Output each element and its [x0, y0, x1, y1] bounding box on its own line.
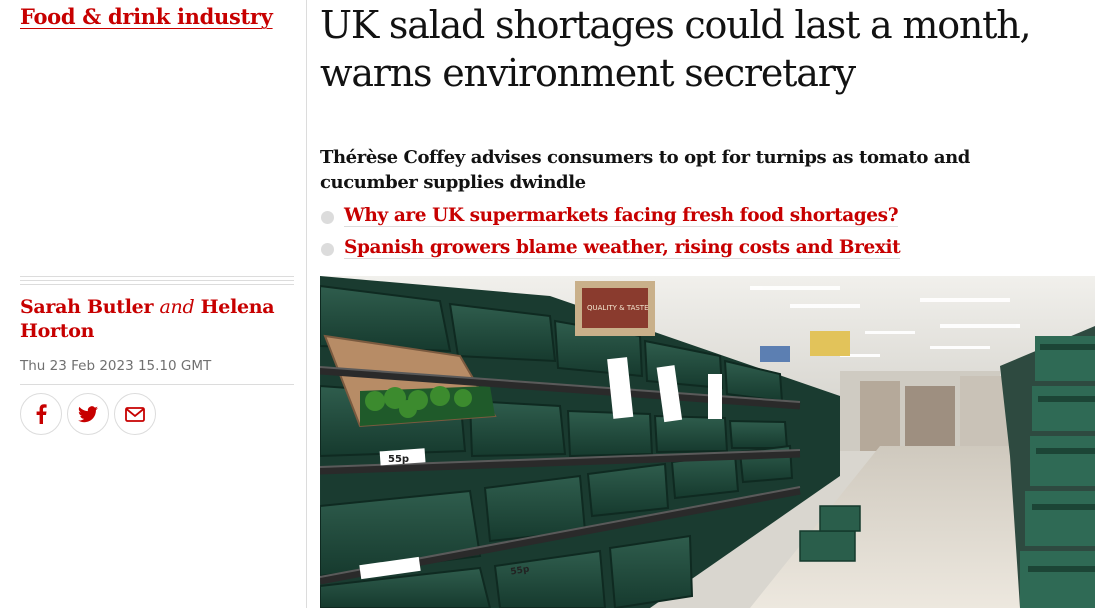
standfirst: Thérèse Coffey advises consumers to opt …	[320, 147, 970, 193]
related-link[interactable]: Why are UK supermarkets facing fresh foo…	[344, 205, 899, 227]
related-links: Why are UK supermarkets facing fresh foo…	[320, 205, 1100, 269]
twitter-icon	[78, 405, 98, 422]
publication-date: Thu 23 Feb 2023 15.10 GMT	[20, 358, 212, 374]
supermarket-shelves-photo: 55p 55p QUALITY & TASTE	[320, 276, 1095, 608]
email-icon	[125, 406, 145, 422]
share-email-button[interactable]	[114, 393, 156, 435]
store-sign-text: QUALITY & TASTE	[587, 304, 649, 312]
related-item: Spanish growers blame weather, rising co…	[320, 237, 1100, 269]
share-buttons	[20, 393, 156, 435]
byline-rules	[20, 276, 294, 288]
share-facebook-button[interactable]	[20, 393, 62, 435]
author-link[interactable]: Sarah Butler	[20, 296, 153, 318]
column-divider	[306, 0, 307, 608]
article-image: 55p 55p QUALITY & TASTE	[320, 276, 1095, 608]
related-item: Why are UK supermarkets facing fresh foo…	[320, 205, 1100, 237]
section-link[interactable]: Food & drink industry	[20, 4, 273, 29]
bullet-icon	[321, 211, 334, 224]
byline: Sarah Butler and Helena Horton	[20, 295, 294, 343]
headline-line: warns environment secretary	[320, 51, 856, 95]
byline-conjunction: and	[159, 296, 195, 318]
price-label: 55p	[388, 454, 409, 465]
left-column: Food & drink industry Sarah Butler and H…	[20, 0, 294, 608]
facebook-icon	[36, 404, 47, 424]
headline: UK salad shortages could last a month, w…	[320, 1, 1100, 97]
related-link[interactable]: Spanish growers blame weather, rising co…	[344, 237, 901, 259]
headline-line: UK salad shortages could last a month,	[320, 3, 1032, 47]
share-twitter-button[interactable]	[67, 393, 109, 435]
divider	[20, 384, 294, 385]
bullet-icon	[321, 243, 334, 256]
